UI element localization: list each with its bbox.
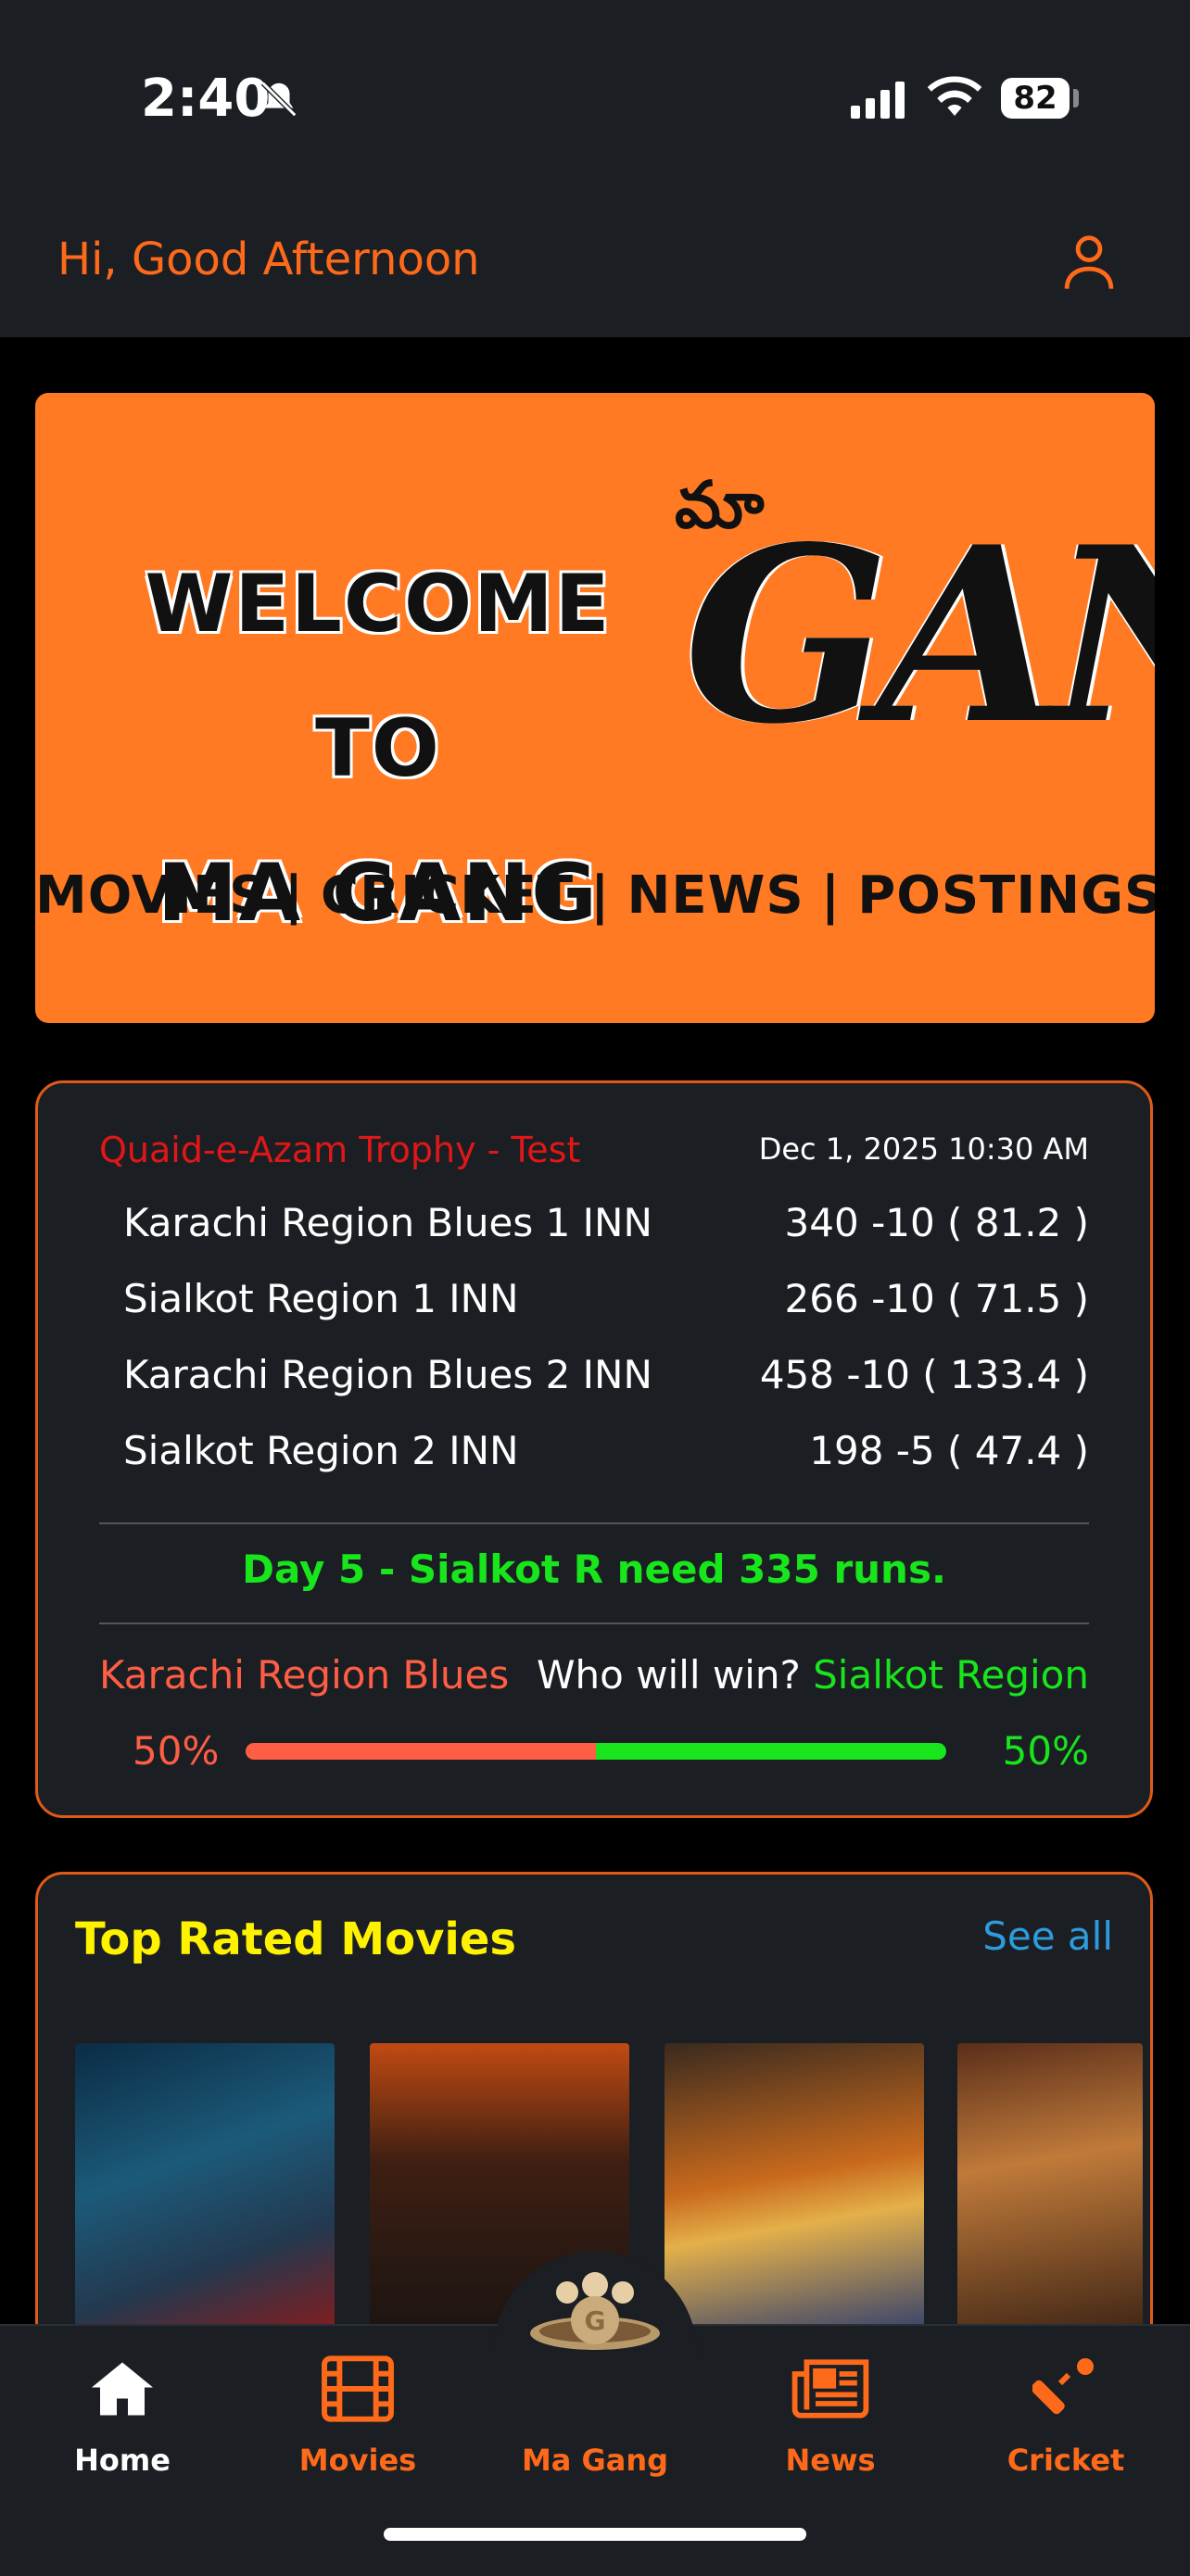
- banner-categories: MOVIES | CRICKET | NEWS | POSTINGS: [35, 865, 1155, 926]
- tournament-name: Quaid-e-Azam Trophy - Test: [99, 1130, 581, 1170]
- tab-label: Movies: [298, 2443, 417, 2478]
- movie-poster[interactable]: [75, 2043, 335, 2340]
- banner-welcome-line1: WELCOME TO: [145, 558, 612, 795]
- tab-ma-gang-spacer: [493, 2342, 697, 2435]
- movie-poster[interactable]: [665, 2043, 924, 2340]
- tab-label: News: [785, 2443, 876, 2478]
- cricket-bat-icon: [964, 2342, 1168, 2435]
- see-all-link[interactable]: See all: [982, 1913, 1113, 1959]
- category-separator: |: [820, 865, 842, 926]
- innings-team: Sialkot Region 2 INN: [123, 1428, 519, 1473]
- poll-percent-a: 50%: [133, 1728, 220, 1774]
- poll-bar-team-b: [596, 1743, 946, 1760]
- banner-category-movies: MOVIES: [35, 865, 268, 926]
- innings-score: 340 -10 ( 81.2 ): [784, 1200, 1089, 1245]
- battery-nub: [1073, 89, 1079, 107]
- home-icon: [20, 2342, 224, 2435]
- status-time: 2:40: [141, 69, 271, 129]
- banner-category-cricket: CRICKET: [321, 865, 575, 926]
- innings-row: Sialkot Region 2 INN 198 -5 ( 47.4 ): [123, 1428, 1089, 1473]
- innings-score: 266 -10 ( 71.5 ): [784, 1276, 1089, 1321]
- banner-logo-word: GANG: [684, 495, 1155, 777]
- poll-team-b[interactable]: Sialkot Region: [813, 1652, 1089, 1698]
- innings-team: Sialkot Region 1 INN: [123, 1276, 519, 1321]
- innings-row: Sialkot Region 1 INN 266 -10 ( 71.5 ): [123, 1276, 1089, 1321]
- match-datetime: Dec 1, 2025 10:30 AM: [758, 1131, 1089, 1167]
- innings-score: 198 -5 ( 47.4 ): [809, 1428, 1089, 1473]
- poll-team-a[interactable]: Karachi Region Blues: [99, 1652, 509, 1698]
- innings-team: Karachi Region Blues 1 INN: [123, 1200, 652, 1245]
- poll-progress-bar: [246, 1743, 946, 1760]
- innings-row: Karachi Region Blues 1 INN 340 -10 ( 81.…: [123, 1200, 1089, 1245]
- tab-ma-gang[interactable]: Ma Gang: [493, 2342, 697, 2478]
- greeting-text: Hi, Good Afternoon: [57, 234, 480, 285]
- poll-percent-b: 50%: [1002, 1728, 1089, 1774]
- film-icon: [256, 2342, 460, 2435]
- section-title: Top Rated Movies: [75, 1913, 516, 1965]
- silent-bell-icon: [258, 78, 300, 124]
- poll-question: Who will win?: [537, 1652, 801, 1698]
- battery-indicator: 82: [1001, 78, 1070, 119]
- divider: [99, 1623, 1089, 1624]
- cellular-signal-icon: [851, 82, 908, 122]
- innings-score: 458 -10 ( 133.4 ): [759, 1352, 1089, 1397]
- tab-home[interactable]: Home: [20, 2342, 224, 2478]
- banner-category-postings: POSTINGS: [857, 865, 1155, 926]
- tab-label: Home: [74, 2443, 171, 2478]
- innings-row: Karachi Region Blues 2 INN 458 -10 ( 133…: [123, 1352, 1089, 1397]
- poll-bar-team-a: [246, 1743, 596, 1760]
- tab-label: Cricket: [1006, 2443, 1125, 2478]
- category-separator: |: [590, 865, 611, 926]
- tab-cricket[interactable]: Cricket: [964, 2342, 1168, 2478]
- match-status: Day 5 - Sialkot R need 335 runs.: [242, 1547, 946, 1592]
- live-score-card[interactable]: Quaid-e-Azam Trophy - Test Dec 1, 2025 1…: [35, 1080, 1153, 1818]
- welcome-banner[interactable]: WELCOME TO MA GANG మా GANG MOVIES|CRICKE…: [35, 393, 1155, 1023]
- banner-category-news: NEWS: [627, 865, 804, 926]
- divider: [99, 1522, 1089, 1524]
- tab-label: Ma Gang: [521, 2443, 669, 2478]
- tab-movies[interactable]: Movies: [256, 2342, 460, 2478]
- svg-text:G: G: [585, 2305, 606, 2336]
- innings-team: Karachi Region Blues 2 INN: [123, 1352, 652, 1397]
- newspaper-icon: [728, 2342, 932, 2435]
- profile-icon[interactable]: [1062, 234, 1116, 295]
- wifi-icon: [927, 76, 982, 122]
- tab-news[interactable]: News: [728, 2342, 932, 2478]
- home-indicator[interactable]: [384, 2528, 806, 2541]
- movie-poster[interactable]: [957, 2043, 1143, 2340]
- category-separator: |: [284, 865, 305, 926]
